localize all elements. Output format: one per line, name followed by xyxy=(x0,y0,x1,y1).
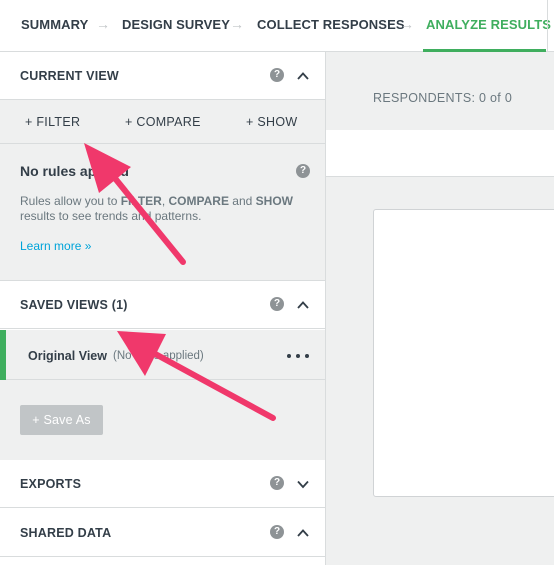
nav-divider xyxy=(547,0,548,52)
chevron-down-icon[interactable] xyxy=(296,477,310,491)
compare-button[interactable]: + COMPARE xyxy=(125,115,201,129)
arrow-right-icon: → xyxy=(96,16,110,32)
respondents-bar: RESPONDENTS: 0 of 0 xyxy=(326,52,554,130)
shared-data-title: SHARED DATA xyxy=(20,526,112,540)
arrow-right-icon: → xyxy=(230,16,244,32)
top-nav: SUMMARY → DESIGN SURVEY → COLLECT RESPON… xyxy=(0,0,554,52)
learn-more-link[interactable]: Learn more » xyxy=(20,239,91,253)
saved-views-header[interactable]: SAVED VIEWS (1) ? xyxy=(0,281,325,329)
chevron-up-icon[interactable] xyxy=(296,298,310,312)
show-button[interactable]: + SHOW xyxy=(246,115,297,129)
nav-design-survey[interactable]: DESIGN SURVEY xyxy=(122,17,230,32)
save-as-button[interactable]: + Save As xyxy=(20,405,103,435)
help-icon[interactable]: ? xyxy=(270,476,284,490)
rules-description: Rules allow you to FILTER, COMPARE and S… xyxy=(20,194,293,223)
help-icon[interactable]: ? xyxy=(270,297,284,311)
view-name: Original View xyxy=(28,349,107,363)
rule-buttons-bar: + FILTER + COMPARE + SHOW xyxy=(0,100,325,144)
saved-views-title: SAVED VIEWS (1) xyxy=(20,298,128,312)
chevron-up-icon[interactable] xyxy=(296,69,310,83)
help-icon[interactable]: ? xyxy=(270,68,284,82)
exports-header[interactable]: EXPORTS ? xyxy=(0,460,325,508)
saved-view-row[interactable]: Original View (No rules applied) xyxy=(0,330,325,380)
nav-analyze-results[interactable]: ANALYZE RESULTS xyxy=(426,17,551,32)
rules-title: No rules applied xyxy=(20,163,129,179)
arrow-right-icon: → xyxy=(400,16,414,32)
current-view-header[interactable]: CURRENT VIEW ? xyxy=(0,52,325,100)
filter-button[interactable]: + FILTER xyxy=(25,115,80,129)
current-view-title: CURRENT VIEW xyxy=(20,69,119,83)
saved-views-panel: Original View (No rules applied) + Save … xyxy=(0,330,325,461)
chevron-up-icon[interactable] xyxy=(296,526,310,540)
help-icon[interactable]: ? xyxy=(270,525,284,539)
results-toolbar xyxy=(326,130,554,177)
shared-data-header[interactable]: SHARED DATA ? xyxy=(0,509,325,557)
nav-summary[interactable]: SUMMARY xyxy=(21,17,88,32)
sidebar: CURRENT VIEW ? + FILTER + COMPARE + SHOW… xyxy=(0,52,326,565)
active-view-indicator xyxy=(0,330,6,380)
nav-collect-responses[interactable]: COLLECT RESPONSES xyxy=(257,17,405,32)
rules-panel: No rules applied ? Rules allow you to FI… xyxy=(0,144,325,281)
results-card xyxy=(373,209,554,497)
more-dots-icon[interactable] xyxy=(287,354,309,358)
view-rules-note: (No rules applied) xyxy=(113,350,204,362)
respondents-count: RESPONDENTS: 0 of 0 xyxy=(373,91,513,105)
results-area: RESPONDENTS: 0 of 0 xyxy=(326,52,554,565)
exports-title: EXPORTS xyxy=(20,477,82,491)
help-icon[interactable]: ? xyxy=(296,164,310,178)
